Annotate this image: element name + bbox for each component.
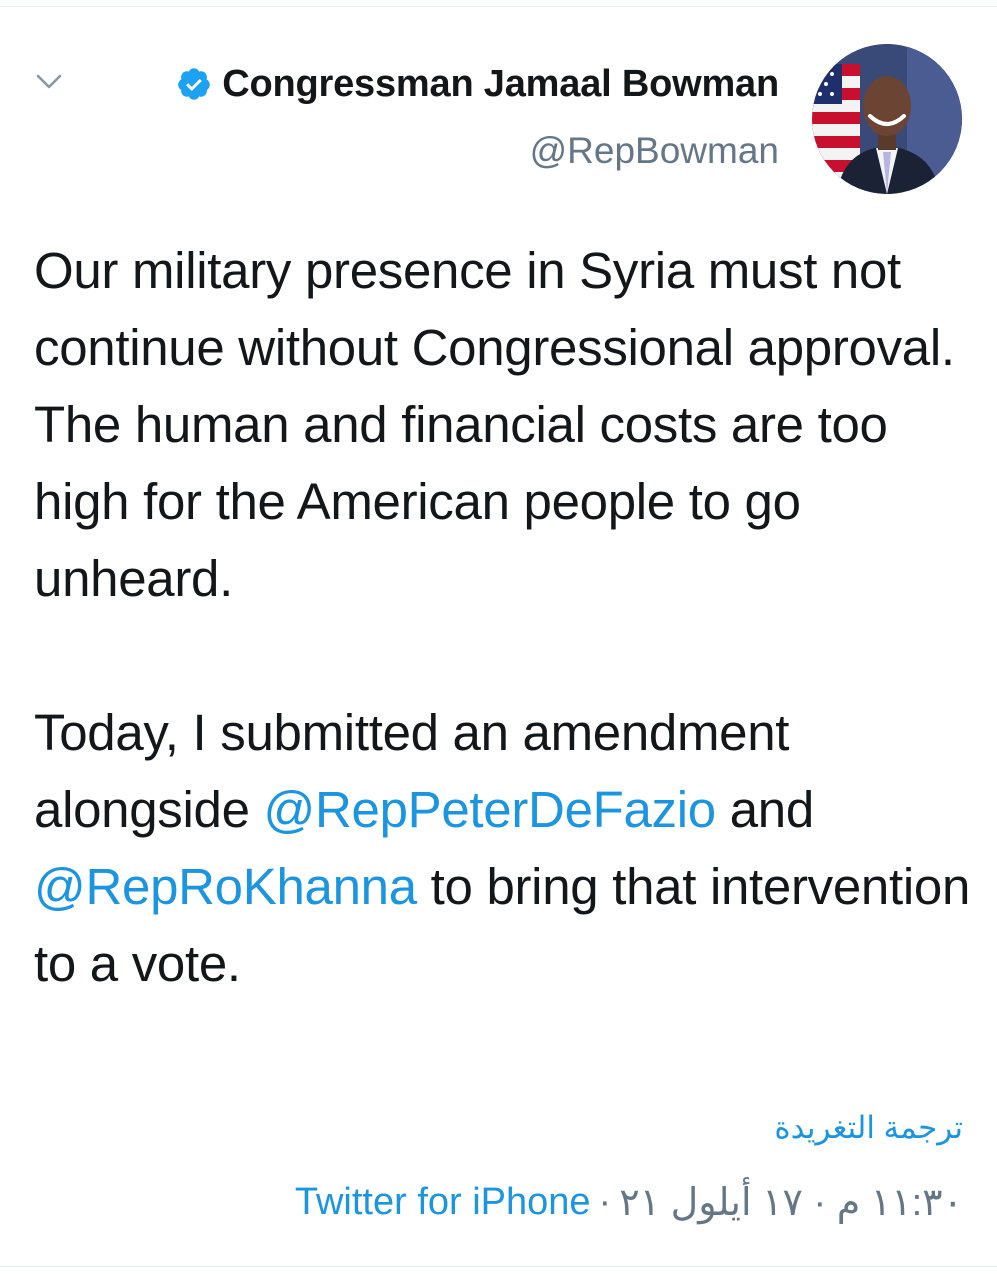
tweet-text-segment: and <box>715 781 815 838</box>
tweet-paragraph-2: Today, I submitted an amendment alongsid… <box>34 694 974 1002</box>
tweet-text: Our military presence in Syria must not … <box>34 232 974 1002</box>
translate-tweet-link[interactable]: ترجمة التغريدة <box>774 1110 963 1146</box>
mention-link-repRoKhanna[interactable]: @RepRoKhanna <box>34 858 417 915</box>
author-block[interactable]: Congressman Jamaal Bowman @RepBowman <box>176 60 779 172</box>
tweet-timestamp[interactable]: ١١:٣٠ م · ١٧ أيلول ٢١ <box>619 1180 963 1225</box>
verified-badge-icon <box>178 68 210 100</box>
tweet-paragraph-1: Our military presence in Syria must not … <box>34 242 955 607</box>
tweet-detail-view: Congressman Jamaal Bowman @RepBowman Our… <box>0 0 997 1280</box>
author-handle[interactable]: @RepBowman <box>176 130 779 172</box>
mention-link-repPeterDeFazio[interactable]: @RepPeterDeFazio <box>264 781 717 838</box>
source-link[interactable]: Twitter for iPhone <box>295 1181 591 1224</box>
chevron-down-icon[interactable] <box>32 64 66 98</box>
avatar[interactable] <box>812 44 962 194</box>
tweet-meta: Twitter for iPhone · ١١:٣٠ م · ١٧ أيلول … <box>295 1180 963 1225</box>
divider-bottom <box>0 1266 997 1267</box>
divider-top <box>0 6 997 7</box>
author-name-row: Congressman Jamaal Bowman <box>176 60 779 108</box>
meta-separator: · <box>598 1181 612 1223</box>
author-display-name[interactable]: Congressman Jamaal Bowman <box>222 63 779 106</box>
